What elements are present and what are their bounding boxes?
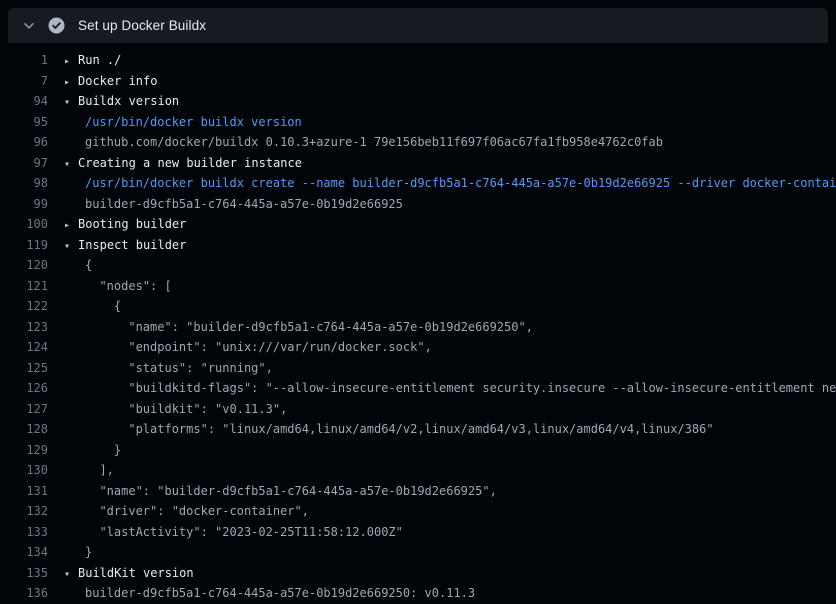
log-line-text: Booting builder — [78, 214, 186, 235]
line-number[interactable]: 121 — [0, 276, 48, 297]
log-viewer[interactable]: 1▸Run ./ 7▸Docker info 94▾Buildx version… — [0, 43, 836, 604]
line-number[interactable]: 131 — [0, 481, 48, 502]
line-number[interactable]: 133 — [0, 522, 48, 543]
line-number[interactable]: 1 — [0, 50, 48, 71]
log-line-text: { — [78, 296, 121, 317]
log-line: 98/usr/bin/docker buildx create --name b… — [0, 173, 836, 194]
log-line[interactable]: 1 ▸Run ./ — [0, 50, 836, 71]
log-line-text: } — [78, 440, 121, 461]
log-line[interactable]: 100 ▸Booting builder — [0, 214, 836, 235]
log-line-text: "name": "builder-d9cfb5a1-c764-445a-a57e… — [78, 481, 497, 502]
log-line-text: "buildkit": "v0.11.3", — [78, 399, 287, 420]
line-number[interactable]: 120 — [0, 255, 48, 276]
log-line-text: "name": "builder-d9cfb5a1-c764-445a-a57e… — [78, 317, 533, 338]
line-number[interactable]: 98 — [0, 173, 48, 194]
line-number[interactable]: 129 — [0, 440, 48, 461]
check-circle-icon — [48, 17, 65, 34]
log-line: 128 "platforms": "linux/amd64,linux/amd6… — [0, 419, 836, 440]
line-number[interactable]: 99 — [0, 194, 48, 215]
log-line-text: "endpoint": "unix:///var/run/docker.sock… — [78, 337, 432, 358]
log-line: 96 github.com/docker/buildx 0.10.3+azure-… — [0, 132, 836, 153]
log-line: 99 builder-d9cfb5a1-c764-445a-a57e-0b19d2… — [0, 194, 836, 215]
line-number[interactable]: 132 — [0, 501, 48, 522]
log-line-text: builder-d9cfb5a1-c764-445a-a57e-0b19d2e6… — [78, 583, 475, 604]
group-expanded-icon[interactable]: ▾ — [64, 237, 78, 256]
log-line-text: Inspect builder — [78, 235, 186, 256]
log-line: 136 builder-d9cfb5a1-c764-445a-a57e-0b19d… — [0, 583, 836, 604]
line-number[interactable]: 96 — [0, 132, 48, 153]
log-line[interactable]: 94 ▾Buildx version — [0, 91, 836, 112]
line-number[interactable]: 95 — [0, 112, 48, 133]
log-line-text: "nodes": [ — [78, 276, 172, 297]
log-line: 131 "name": "builder-d9cfb5a1-c764-445a-… — [0, 481, 836, 502]
log-line: 129 } — [0, 440, 836, 461]
log-line[interactable]: 135 ▾BuildKit version — [0, 563, 836, 584]
actions-log-panel: Set up Docker Buildx 1▸Run ./ 7▸Docker i… — [0, 0, 836, 604]
line-number[interactable]: 123 — [0, 317, 48, 338]
log-line[interactable]: 7 ▸Docker info — [0, 71, 836, 92]
log-line: 120 { — [0, 255, 836, 276]
line-number[interactable]: 119 — [0, 235, 48, 256]
log-line: 133 "lastActivity": "2023-02-25T11:58:12… — [0, 522, 836, 543]
line-number[interactable]: 130 — [0, 460, 48, 481]
line-number[interactable]: 94 — [0, 91, 48, 112]
log-line: 127 "buildkit": "v0.11.3", — [0, 399, 836, 420]
group-collapsed-icon[interactable]: ▸ — [64, 73, 78, 92]
log-line-text: } — [78, 542, 92, 563]
log-line-text: Run ./ — [78, 50, 121, 71]
group-expanded-icon[interactable]: ▾ — [64, 155, 78, 174]
log-line-text: github.com/docker/buildx 0.10.3+azure-1 … — [78, 132, 663, 153]
log-line-text: /usr/bin/docker buildx version — [78, 112, 302, 133]
log-line: 122 { — [0, 296, 836, 317]
line-number[interactable]: 136 — [0, 583, 48, 604]
log-line-text: builder-d9cfb5a1-c764-445a-a57e-0b19d2e6… — [78, 194, 403, 215]
line-number[interactable]: 100 — [0, 214, 48, 235]
line-number[interactable]: 122 — [0, 296, 48, 317]
log-line-text: /usr/bin/docker buildx create --name bui… — [78, 173, 836, 194]
line-number[interactable]: 128 — [0, 419, 48, 440]
line-number[interactable]: 124 — [0, 337, 48, 358]
log-line-text: Creating a new builder instance — [78, 153, 302, 174]
line-number[interactable]: 7 — [0, 71, 48, 92]
log-line: 95/usr/bin/docker buildx version — [0, 112, 836, 133]
line-number[interactable]: 126 — [0, 378, 48, 399]
log-line: 124 "endpoint": "unix:///var/run/docker.… — [0, 337, 836, 358]
log-line: 126 "buildkitd-flags": "--allow-insecure… — [0, 378, 836, 399]
log-line-text: "buildkitd-flags": "--allow-insecure-ent… — [78, 378, 836, 399]
step-title: Set up Docker Buildx — [78, 18, 206, 33]
log-line-text: "lastActivity": "2023-02-25T11:58:12.000… — [78, 522, 403, 543]
group-expanded-icon[interactable]: ▾ — [64, 565, 78, 584]
log-line-text: BuildKit version — [78, 563, 194, 584]
line-number[interactable]: 127 — [0, 399, 48, 420]
log-line: 125 "status": "running", — [0, 358, 836, 379]
group-collapsed-icon[interactable]: ▸ — [64, 52, 78, 71]
log-line[interactable]: 119 ▾Inspect builder — [0, 235, 836, 256]
log-line-text: "platforms": "linux/amd64,linux/amd64/v2… — [78, 419, 714, 440]
line-number[interactable]: 134 — [0, 542, 48, 563]
log-line: 134} — [0, 542, 836, 563]
log-line-text: "driver": "docker-container", — [78, 501, 309, 522]
line-number[interactable]: 135 — [0, 563, 48, 584]
log-line-text: "status": "running", — [78, 358, 273, 379]
step-header[interactable]: Set up Docker Buildx — [8, 8, 828, 43]
group-expanded-icon[interactable]: ▾ — [64, 93, 78, 112]
log-line: 132 "driver": "docker-container", — [0, 501, 836, 522]
log-line-text: Buildx version — [78, 91, 179, 112]
log-line-text: { — [78, 255, 92, 276]
log-line: 121 "nodes": [ — [0, 276, 836, 297]
log-line-text: ], — [78, 460, 114, 481]
log-line-text: Docker info — [78, 71, 157, 92]
line-number[interactable]: 125 — [0, 358, 48, 379]
log-line: 123 "name": "builder-d9cfb5a1-c764-445a-… — [0, 317, 836, 338]
chevron-down-icon[interactable] — [22, 19, 36, 33]
line-number[interactable]: 97 — [0, 153, 48, 174]
log-line: 130 ], — [0, 460, 836, 481]
log-line[interactable]: 97 ▾Creating a new builder instance — [0, 153, 836, 174]
group-collapsed-icon[interactable]: ▸ — [64, 216, 78, 235]
